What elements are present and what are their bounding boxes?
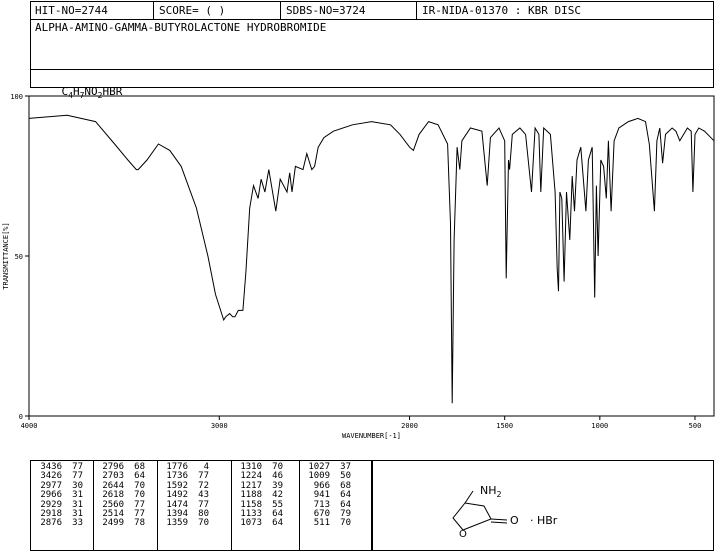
- peak-column-divider: [231, 461, 232, 550]
- score: SCORE= ( ): [159, 4, 226, 17]
- sdbs-number: SDBS-NO=3724: [286, 4, 366, 17]
- peak-row: 2499 78: [96, 518, 148, 529]
- hit-number: HIT-NO=2744: [35, 4, 108, 17]
- compound-name: ALPHA-AMINO-GAMMA-BUTYROLACTONE HYDROBRO…: [35, 21, 327, 34]
- peak-transmittance: 33: [72, 518, 83, 529]
- peak-row: 511 70: [302, 518, 354, 529]
- salt-label: · HBr: [530, 514, 558, 527]
- peak-transmittance: 70: [198, 518, 209, 529]
- molecule-structure: [452, 490, 508, 531]
- x-tick-label: 2000: [401, 422, 418, 430]
- spectrum-line: [28, 114, 715, 404]
- peak-table-column: 2796 68 2703 64 2644 70 2618 70 2560 77 2514 77 2499…: [96, 462, 148, 529]
- structure-box: NH2 O O · HBr: [372, 460, 714, 551]
- peak-wavenumber: 2499: [102, 518, 124, 529]
- x-tick-label: 1500: [496, 422, 513, 430]
- peak-column-divider: [157, 461, 158, 550]
- y-axis-label: TRANSMITTANCE[%]: [2, 222, 10, 289]
- peak-wavenumber: 1359: [166, 518, 188, 529]
- y-tick-label: 50: [15, 253, 23, 261]
- peak-column-divider: [93, 461, 94, 550]
- peak-row: 2876 33: [34, 518, 86, 529]
- carbonyl-oxygen: O: [510, 514, 519, 527]
- header-bar: HIT-NO=2744 SCORE= ( ) SDBS-NO=3724 IR-N…: [30, 1, 714, 20]
- peak-wavenumber: 1073: [240, 518, 262, 529]
- x-tick-label: 500: [689, 422, 702, 430]
- peak-column-divider: [299, 461, 300, 550]
- peak-transmittance: 70: [340, 518, 351, 529]
- x-axis-label: WAVENUMBER[-1]: [342, 432, 401, 440]
- peak-table-column: 1776 4 1736 77 1592 72 1492 43 1474 77 1394 80 1359 7…: [160, 462, 212, 529]
- plot-frame: [28, 95, 715, 417]
- y-tick-label: 100: [10, 93, 23, 101]
- peak-transmittance: 64: [272, 518, 283, 529]
- ir-identifier: IR-NIDA-01370 : KBR DISC: [422, 4, 581, 17]
- peak-table-column: 1310 70 1224 46 1217 39 1188 42 1158 55 1133 64 1073…: [234, 462, 286, 529]
- peak-table-column: 1027 37 1009 50 966 68 941 64 713 64 670 79 511 70: [302, 462, 354, 529]
- carbonyl-bond: [490, 518, 508, 521]
- ir-spectrum-chart: 4000 3000 2000 1500 1000 500 0 50 100 WAVENUMBER[…: [2, 93, 715, 440]
- x-tick-label: 1000: [591, 422, 608, 430]
- peak-transmittance: 78: [134, 518, 145, 529]
- peak-wavenumber: 511: [313, 518, 330, 529]
- x-tick-label: 3000: [211, 422, 228, 430]
- peak-row: 1073 64: [234, 518, 286, 529]
- compound-info-box: ALPHA-AMINO-GAMMA-BUTYROLACTONE HYDROBRO…: [30, 19, 714, 100]
- peak-row: 1359 70: [160, 518, 212, 529]
- amine-label: NH2: [480, 484, 502, 500]
- ring-oxygen: O: [459, 529, 467, 540]
- y-tick-label: 0: [19, 413, 23, 421]
- peak-table-column: 3436 77 3426 77 2977 30 2966 31 2929 31 2918 31 2876…: [34, 462, 86, 529]
- peak-wavenumber: 2876: [40, 518, 62, 529]
- x-tick-label: 4000: [21, 422, 38, 430]
